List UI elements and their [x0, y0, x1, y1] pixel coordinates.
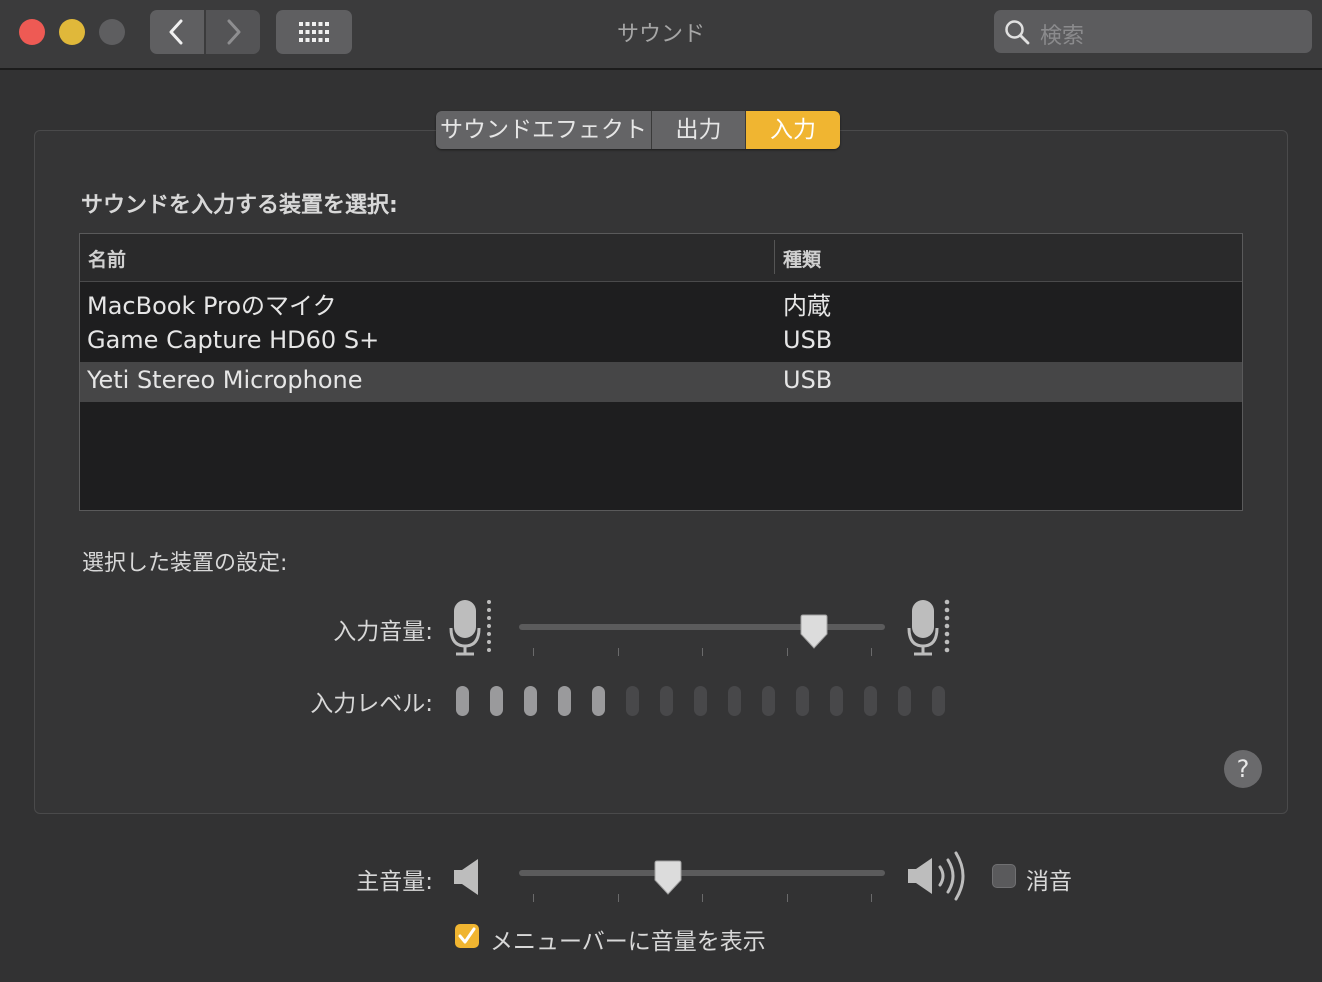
- search-field[interactable]: 検索: [994, 10, 1312, 53]
- column-header-name[interactable]: 名前: [88, 245, 126, 272]
- level-indicator-segment: [490, 686, 503, 716]
- level-indicator-segment: [728, 686, 741, 716]
- device-type: USB: [783, 326, 833, 354]
- device-section-label: サウンドを入力する装置を選択:: [81, 193, 398, 218]
- column-header-type[interactable]: 種類: [783, 245, 821, 272]
- slider-tick: [787, 648, 788, 656]
- level-indicator-segment: [830, 686, 843, 716]
- search-placeholder: 検索: [1040, 24, 1085, 49]
- level-indicator-segment: [456, 686, 469, 716]
- title-bar: サウンド 検索: [0, 0, 1322, 70]
- level-indicator-segment: [898, 686, 911, 716]
- slider-thumb[interactable]: [652, 860, 684, 896]
- device-name: Yeti Stereo Microphone: [87, 366, 363, 394]
- column-divider[interactable]: [774, 240, 775, 274]
- level-indicator-segment: [762, 686, 775, 716]
- speaker-high-icon: [908, 851, 965, 901]
- slider-tick: [871, 648, 872, 656]
- level-indicator-segment: [932, 686, 945, 716]
- slider-tick: [787, 894, 788, 902]
- level-indicator-segment: [592, 686, 605, 716]
- slider-track: [519, 870, 885, 876]
- search-icon: [1005, 20, 1030, 45]
- slider-tick: [702, 648, 703, 656]
- input-volume-label: 入力音量:: [333, 619, 433, 645]
- show-volume-in-menubar-checkbox[interactable]: [455, 924, 479, 948]
- help-button[interactable]: ?: [1224, 750, 1262, 788]
- mute-checkbox[interactable]: [992, 864, 1016, 888]
- input-level-label: 入力レベル:: [310, 691, 433, 717]
- speaker-low-icon: [454, 859, 478, 895]
- device-type: 内蔵: [783, 292, 831, 320]
- table-row[interactable]: Game Capture HD60 S+ USB: [80, 322, 1242, 362]
- checkmark-icon: [458, 927, 476, 944]
- device-type: USB: [783, 366, 833, 394]
- level-indicator-segment: [558, 686, 571, 716]
- slider-track: [519, 624, 885, 630]
- level-indicator-segment: [660, 686, 673, 716]
- slider-tick: [533, 894, 534, 902]
- slider-tick: [618, 648, 619, 656]
- device-settings-label: 選択した装置の設定:: [82, 551, 288, 576]
- level-indicator-segment: [796, 686, 809, 716]
- slider-tick: [702, 894, 703, 902]
- device-table[interactable]: 名前 種類 MacBook Proのマイク 内蔵 Game Capture HD…: [79, 233, 1243, 511]
- input-volume-slider[interactable]: [517, 610, 887, 660]
- level-indicator-segment: [626, 686, 639, 716]
- main-volume-slider[interactable]: [517, 856, 887, 906]
- mic-low-icon: [449, 600, 491, 656]
- slider-thumb[interactable]: [798, 614, 830, 650]
- level-indicator-segment: [864, 686, 877, 716]
- level-indicator-segment: [694, 686, 707, 716]
- table-row-selected[interactable]: Yeti Stereo Microphone USB: [80, 362, 1242, 402]
- tab-output[interactable]: 出力: [652, 111, 746, 149]
- device-name: MacBook Proのマイク: [87, 292, 337, 320]
- level-indicator-segment: [524, 686, 537, 716]
- device-name: Game Capture HD60 S+: [87, 326, 380, 354]
- table-header: 名前 種類: [80, 234, 1242, 282]
- slider-tick: [618, 894, 619, 902]
- slider-tick: [871, 894, 872, 902]
- tab-bar: サウンドエフェクト 出力 入力: [436, 111, 840, 149]
- tab-sound-effects[interactable]: サウンドエフェクト: [436, 111, 652, 149]
- slider-tick: [533, 648, 534, 656]
- tab-input[interactable]: 入力: [746, 111, 840, 149]
- mic-high-icon: [907, 599, 950, 656]
- main-volume-label: 主音量:: [356, 869, 433, 895]
- show-volume-in-menubar-label[interactable]: メニューバーに音量を表示: [490, 922, 766, 956]
- table-row[interactable]: MacBook Proのマイク 内蔵: [80, 282, 1242, 322]
- mute-label[interactable]: 消音: [1026, 862, 1072, 896]
